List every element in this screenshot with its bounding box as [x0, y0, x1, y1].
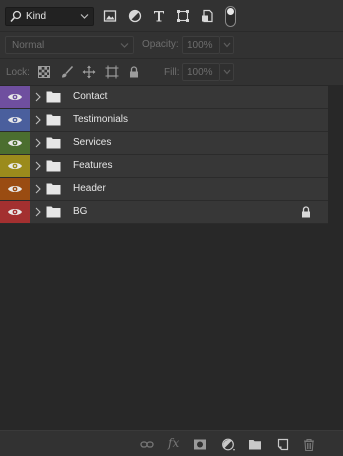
fill-value: 100%	[187, 67, 213, 78]
layer-name[interactable]: BG	[73, 206, 87, 217]
visibility-toggle[interactable]	[0, 132, 30, 154]
link-layers-icon[interactable]	[140, 438, 154, 451]
chevron-right-icon[interactable]	[35, 184, 41, 194]
pixel-layer-filter-icon[interactable]	[103, 9, 117, 23]
layer-name[interactable]: Features	[73, 160, 112, 171]
eye-icon	[8, 117, 22, 123]
filter-toggle-knob	[227, 8, 234, 15]
add-mask-icon[interactable]	[193, 438, 207, 451]
chevron-right-icon[interactable]	[35, 207, 41, 217]
chevron-right-icon[interactable]	[35, 138, 41, 148]
chevron-down-icon	[120, 43, 129, 48]
layer-list-scrollbar[interactable]	[328, 86, 343, 430]
search-icon	[10, 10, 22, 23]
opacity-dropdown-button[interactable]	[220, 36, 234, 54]
shape-layer-filter-icon[interactable]	[176, 9, 190, 23]
folder-icon	[46, 91, 61, 103]
layer-name[interactable]: Services	[73, 137, 111, 148]
visibility-toggle[interactable]	[0, 86, 30, 108]
eye-icon	[8, 209, 22, 215]
folder-icon	[46, 160, 61, 172]
layer-row[interactable]: Features	[0, 155, 328, 178]
lock-icon[interactable]	[301, 206, 311, 218]
chevron-down-icon	[80, 14, 89, 19]
layer-filter-bar: Kind	[0, 0, 343, 31]
smart-object-filter-icon[interactable]	[200, 9, 214, 23]
eye-icon	[8, 140, 22, 146]
layer-row[interactable]: BG	[0, 201, 328, 224]
adjustment-layer-icon[interactable]	[221, 438, 235, 451]
new-layer-icon[interactable]	[276, 438, 290, 451]
fill-input[interactable]: 100%	[182, 63, 220, 81]
lock-position-icon[interactable]	[82, 65, 96, 79]
blend-mode-value: Normal	[12, 40, 45, 51]
chevron-right-icon[interactable]	[35, 92, 41, 102]
layer-name[interactable]: Testimonials	[73, 114, 128, 125]
layers-panel: Kind Normal Opacity: 100% Lock: Fill: 10…	[0, 0, 343, 456]
layers-footer-toolbar: fx	[0, 430, 343, 456]
layer-row[interactable]: Header	[0, 178, 328, 201]
lock-transparent-pixels-icon[interactable]	[37, 65, 51, 79]
lock-image-pixels-icon[interactable]	[60, 65, 74, 79]
eye-icon	[8, 186, 22, 192]
chevron-right-icon[interactable]	[35, 161, 41, 171]
lock-fill-bar: Lock: Fill: 100%	[0, 58, 343, 85]
lock-label: Lock:	[6, 67, 30, 78]
opacity-value: 100%	[187, 40, 213, 51]
layer-style-icon[interactable]: fx	[168, 436, 182, 450]
opacity-input[interactable]: 100%	[182, 36, 220, 54]
folder-icon	[46, 206, 61, 218]
visibility-toggle[interactable]	[0, 178, 30, 200]
folder-icon	[46, 137, 61, 149]
chevron-right-icon[interactable]	[35, 115, 41, 125]
layer-list: Contact Testimonials Services Features Heade…	[0, 86, 343, 430]
opacity-label: Opacity:	[142, 39, 179, 50]
filter-kind-dropdown[interactable]: Kind	[5, 7, 94, 26]
lock-all-icon[interactable]	[127, 65, 141, 79]
folder-icon	[46, 114, 61, 126]
folder-icon	[46, 183, 61, 195]
blend-opacity-bar: Normal Opacity: 100%	[0, 31, 343, 58]
visibility-toggle[interactable]	[0, 109, 30, 131]
layer-row[interactable]: Services	[0, 132, 328, 155]
layer-row[interactable]: Testimonials	[0, 109, 328, 132]
layer-name[interactable]: Contact	[73, 91, 107, 102]
layer-name[interactable]: Header	[73, 183, 106, 194]
layer-row[interactable]: Contact	[0, 86, 328, 109]
visibility-toggle[interactable]	[0, 155, 30, 177]
chevron-down-icon	[223, 42, 231, 48]
adjustment-layer-filter-icon[interactable]	[128, 9, 142, 23]
lock-artboard-icon[interactable]	[105, 65, 119, 79]
fill-dropdown-button[interactable]	[220, 63, 234, 81]
delete-layer-icon[interactable]	[302, 438, 316, 451]
new-group-icon[interactable]	[248, 438, 262, 451]
filter-kind-label: Kind	[26, 11, 47, 22]
eye-icon	[8, 163, 22, 169]
blend-mode-dropdown[interactable]: Normal	[5, 36, 134, 54]
fill-label: Fill:	[164, 67, 180, 78]
visibility-toggle[interactable]	[0, 201, 30, 223]
type-layer-filter-icon[interactable]	[152, 9, 166, 23]
filter-toggle-icon[interactable]	[225, 6, 236, 27]
chevron-down-icon	[223, 69, 231, 75]
eye-icon	[8, 94, 22, 100]
